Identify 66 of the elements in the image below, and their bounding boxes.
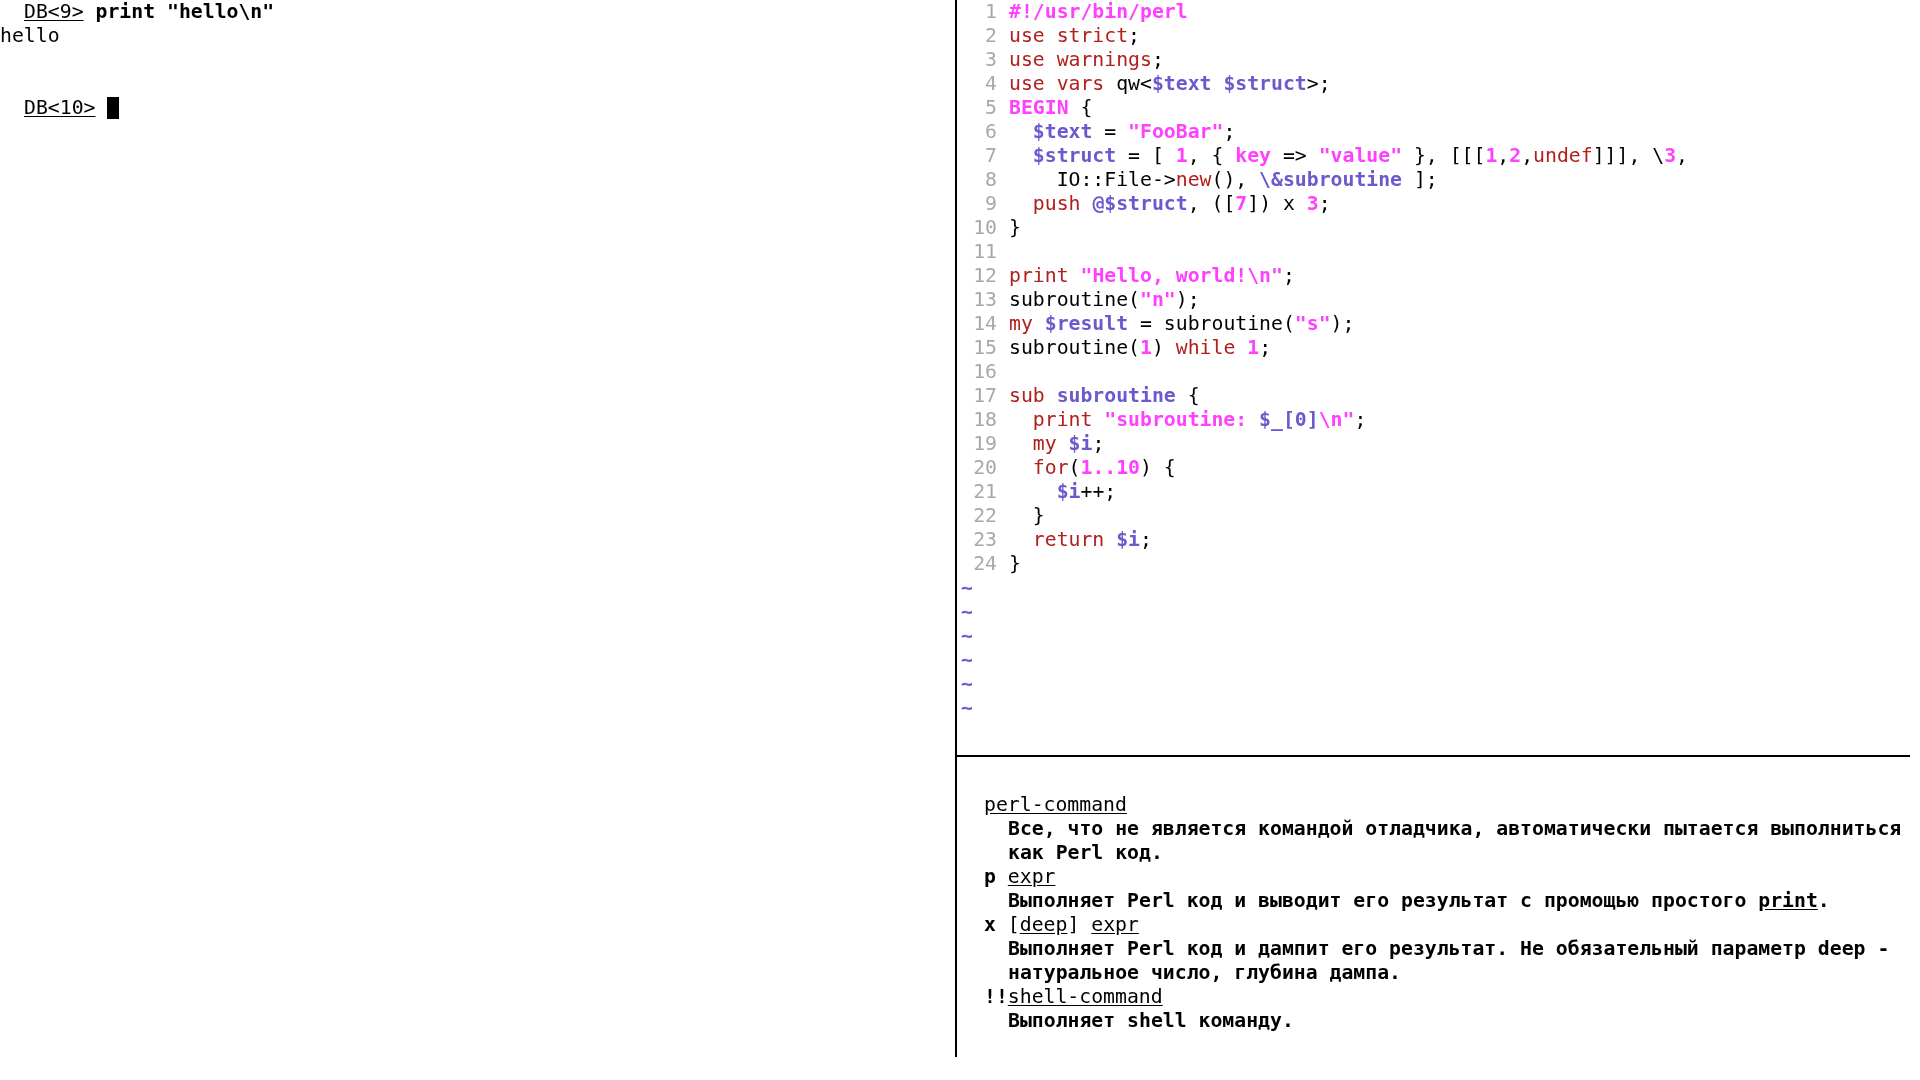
debugger-prompt: DB<10> [24, 96, 96, 120]
line-number: 14 [972, 312, 997, 336]
help-term: !!shell-command [984, 985, 1163, 1008]
code-line: $i++; [1055, 480, 1117, 504]
output-text: hello [0, 24, 60, 47]
help-term: perl-command [984, 793, 1127, 816]
line-number: 19 [972, 432, 997, 456]
line-number: 13 [972, 288, 997, 312]
line-number: 2 [984, 24, 997, 48]
help-text: Все, что не является командой отладчика, автоматически пытается выполниться [1008, 817, 1902, 840]
code-line: $text = "FooBar"; [1031, 120, 1236, 144]
code-line: #!/usr/bin/perl [1009, 0, 1188, 24]
line-number: 6 [984, 120, 997, 144]
code-line: } [1031, 504, 1045, 528]
help-text: Выполняет Perl код и выводит его результат с промощью простого print. [1008, 889, 1830, 912]
line-number: 1 [984, 0, 997, 24]
code-line: subroutine("n"); [1009, 288, 1200, 312]
code-line: push @$struct, ([7]) x 3; [1031, 192, 1331, 216]
line-number: 16 [972, 360, 997, 384]
debugger-prompt: DB<9> [24, 0, 84, 24]
line-number: 20 [972, 456, 997, 480]
code-line: print "Hello, world!\n"; [1009, 264, 1295, 288]
code-line: subroutine(1) while 1; [1009, 336, 1272, 360]
code-line: return $i; [1031, 528, 1152, 552]
line-number: 23 [972, 528, 997, 552]
line-number: 10 [972, 216, 997, 240]
code-line: $struct = [ 1, { key => "value" }, [[[1,2,undef]]], \3, [1031, 144, 1688, 168]
line-number: 4 [984, 72, 997, 96]
code-line: } [1009, 552, 1021, 576]
code-line: use strict; [1009, 24, 1140, 48]
help-text: Выполняет Perl код и дампит его результат. Не обязательный параметр deep - [1008, 937, 1890, 960]
line-number: 22 [972, 504, 997, 528]
code-line: print "subroutine: $_[0]\n"; [1031, 408, 1367, 432]
code-line: IO::File->new(), \&subroutine ]; [1055, 168, 1438, 192]
line-number: 17 [972, 384, 997, 408]
line-number: 11 [972, 240, 997, 264]
empty-line-marker: ~ [961, 600, 973, 623]
empty-line-marker: ~ [961, 576, 973, 599]
help-text: Выполняет shell команду. [1008, 1009, 1294, 1032]
line-number: 9 [984, 192, 997, 216]
line-number: 7 [984, 144, 997, 168]
code-line: use vars qw<$text $struct>; [1009, 72, 1331, 96]
line-number: 3 [984, 48, 997, 72]
empty-line-marker: ~ [961, 624, 973, 647]
line-number: 12 [972, 264, 997, 288]
code-line: BEGIN { [1009, 96, 1093, 120]
code-line: sub subroutine { [1009, 384, 1200, 408]
code-line: my $result = subroutine("s"); [1009, 312, 1355, 336]
help-term: p expr [984, 865, 1056, 888]
line-number: 5 [984, 96, 997, 120]
line-number: 15 [972, 336, 997, 360]
code-line: my $i; [1031, 432, 1105, 456]
empty-line-marker: ~ [961, 672, 973, 695]
code-line: } [1009, 216, 1021, 240]
code-line: use warnings; [1009, 48, 1164, 72]
command-text: print "hello\n" [95, 0, 275, 24]
help-text: натуральное число, глубина дампа. [1008, 961, 1401, 984]
empty-line-marker: ~ [961, 696, 973, 719]
line-number: 18 [972, 408, 997, 432]
line-number: 21 [972, 480, 997, 504]
empty-line-marker: ~ [961, 648, 973, 671]
help-term: x [deep] expr [984, 913, 1139, 936]
code-line: for(1..10) { [1031, 456, 1176, 480]
line-number: 24 [972, 552, 997, 576]
line-number: 8 [984, 168, 997, 192]
help-text: как Perl код. [1008, 841, 1163, 864]
